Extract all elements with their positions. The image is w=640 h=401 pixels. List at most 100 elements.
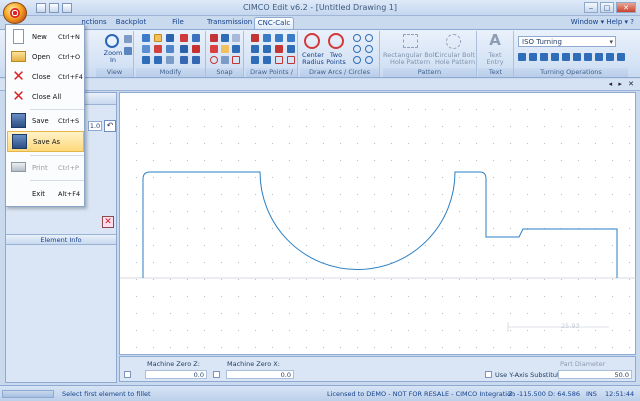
- turning-type-select[interactable]: ISO Turning: [518, 36, 616, 47]
- menu-item-new[interactable]: New Ctrl+N: [7, 27, 84, 47]
- pan-icon[interactable]: [124, 35, 132, 43]
- menu-item-print[interactable]: Print Ctrl+P: [7, 158, 84, 178]
- turning-op-9-icon[interactable]: [606, 53, 614, 61]
- turning-op-3-icon[interactable]: [540, 53, 548, 61]
- split-icon[interactable]: [166, 56, 174, 64]
- snap-off-icon[interactable]: [232, 56, 240, 64]
- line-two-points-icon[interactable]: [251, 45, 259, 53]
- rect-bolt-pattern-icon[interactable]: [403, 34, 418, 48]
- rect-bolt-pattern-button[interactable]: Rectangular Bolt Hole Pattern: [383, 52, 437, 66]
- snap-quadrant-icon[interactable]: [210, 56, 218, 64]
- cancel-x-icon[interactable]: ✕: [102, 216, 114, 228]
- snap-intersect-icon[interactable]: [232, 45, 240, 53]
- line-angle-icon[interactable]: [287, 34, 295, 42]
- turning-op-2-icon[interactable]: [529, 53, 537, 61]
- circ-bolt-pattern-button[interactable]: Circular Bolt Hole Pattern: [433, 52, 477, 66]
- snap-nearest-icon[interactable]: [221, 56, 229, 64]
- circle-tangent-icon[interactable]: [365, 56, 373, 64]
- fillet-radius-field[interactable]: 1.0: [88, 121, 102, 131]
- two-points-icon[interactable]: [328, 33, 344, 49]
- extend-icon[interactable]: [142, 56, 150, 64]
- ellipse-icon[interactable]: [353, 56, 361, 64]
- machine-zero-z-input[interactable]: 0.0: [145, 370, 207, 379]
- machine-zero-x-label: Machine Zero X:: [227, 360, 280, 368]
- turning-op-7-icon[interactable]: [584, 53, 592, 61]
- tab-backplot[interactable]: Backplot: [114, 17, 148, 29]
- help-menu[interactable]: Help: [606, 18, 622, 26]
- menu-item-close-all[interactable]: ✕ Close All: [7, 87, 84, 107]
- y-axis-substitution-checkbox[interactable]: [485, 371, 492, 378]
- help-icon[interactable]: ?: [630, 18, 634, 26]
- menu-item-close[interactable]: ✕ Close Ctrl+F4: [7, 67, 84, 87]
- zoom-in-icon[interactable]: [105, 34, 119, 48]
- line-vertical-icon[interactable]: [275, 34, 283, 42]
- line-bisect-icon[interactable]: [263, 56, 271, 64]
- window-menu[interactable]: Window: [571, 18, 599, 26]
- snap-tangent-icon[interactable]: [221, 45, 229, 53]
- menu-item-save-as[interactable]: Save As: [7, 131, 84, 152]
- fillet-icon[interactable]: [154, 34, 162, 42]
- fillet-arc-icon[interactable]: ↶: [104, 120, 116, 132]
- turning-op-4-icon[interactable]: [551, 53, 559, 61]
- point-icon[interactable]: [251, 34, 259, 42]
- center-radius-icon[interactable]: [304, 33, 320, 49]
- turning-op-1-icon[interactable]: [518, 53, 526, 61]
- zoom-extents-icon[interactable]: [124, 47, 132, 55]
- tab-cnc-calc[interactable]: CNC-Calc: [254, 17, 294, 29]
- scale-icon[interactable]: [180, 45, 188, 53]
- app-menu-button[interactable]: [3, 2, 27, 24]
- break-icon[interactable]: [142, 45, 150, 53]
- line-tangent-icon[interactable]: [275, 45, 283, 53]
- snap-center-icon[interactable]: [210, 45, 218, 53]
- arc-ends-icon[interactable]: [365, 45, 373, 53]
- machine-zero-x-input[interactable]: 0.0: [226, 370, 294, 379]
- join-icon[interactable]: [154, 56, 162, 64]
- chamfer-icon[interactable]: [154, 45, 162, 53]
- center-radius-button[interactable]: Center Radius: [300, 52, 326, 66]
- menu-item-exit[interactable]: Exit Alt+F4: [7, 184, 84, 204]
- arc-center-icon[interactable]: [353, 45, 361, 53]
- turning-op-8-icon[interactable]: [595, 53, 603, 61]
- trim-icon[interactable]: [142, 34, 150, 42]
- menu-item-open[interactable]: Open Ctrl+O: [7, 47, 84, 67]
- snap-grid-icon[interactable]: [232, 34, 240, 42]
- text-entry-icon[interactable]: A: [486, 32, 504, 48]
- drawing-canvas[interactable]: 25.93: [119, 92, 637, 355]
- arc-tangent-icon[interactable]: [365, 34, 373, 42]
- snap-endpoint-icon[interactable]: [210, 34, 218, 42]
- rotate-icon[interactable]: [180, 34, 188, 42]
- part-diameter-input[interactable]: 50.0: [558, 370, 632, 379]
- array-icon[interactable]: [192, 56, 200, 64]
- maximize-button[interactable]: □: [600, 2, 614, 13]
- circ-bolt-pattern-icon[interactable]: [446, 34, 461, 49]
- line-perp-icon[interactable]: [287, 45, 295, 53]
- line-horizontal-icon[interactable]: [263, 34, 271, 42]
- copy-icon[interactable]: [180, 56, 188, 64]
- polygon-icon[interactable]: [287, 56, 295, 64]
- offset-icon[interactable]: [166, 45, 174, 53]
- close-button[interactable]: ✕: [616, 2, 636, 13]
- rectangle-icon[interactable]: [275, 56, 283, 64]
- mirror-icon[interactable]: [192, 34, 200, 42]
- turning-op-6-icon[interactable]: [573, 53, 581, 61]
- zoom-in-button[interactable]: Zoom In: [100, 50, 126, 64]
- machine-zero-z-checkbox[interactable]: [124, 371, 131, 378]
- move-icon[interactable]: [166, 34, 174, 42]
- menu-item-save[interactable]: Save Ctrl+S: [7, 111, 84, 131]
- delete-icon[interactable]: [192, 45, 200, 53]
- machine-zero-x-checkbox[interactable]: [213, 371, 220, 378]
- snap-midpoint-icon[interactable]: [221, 34, 229, 42]
- line-parallel-icon[interactable]: [263, 45, 271, 53]
- minimize-button[interactable]: ‒: [584, 2, 598, 13]
- status-message: Select first element to fillet: [62, 390, 151, 398]
- text-entry-button[interactable]: Text Entry: [482, 52, 508, 66]
- turning-op-5-icon[interactable]: [562, 53, 570, 61]
- line-polar-icon[interactable]: [251, 56, 259, 64]
- tab-file-compare[interactable]: File Compare: [156, 17, 200, 37]
- turning-op-10-icon[interactable]: [617, 53, 625, 61]
- part-profile[interactable]: [142, 171, 618, 278]
- arc-three-points-icon[interactable]: [353, 34, 361, 42]
- tab-transmission[interactable]: Transmission: [207, 17, 252, 29]
- two-points-button[interactable]: Two Points: [324, 52, 348, 66]
- doc-nav[interactable]: ◂ ▸ ✕: [609, 80, 636, 88]
